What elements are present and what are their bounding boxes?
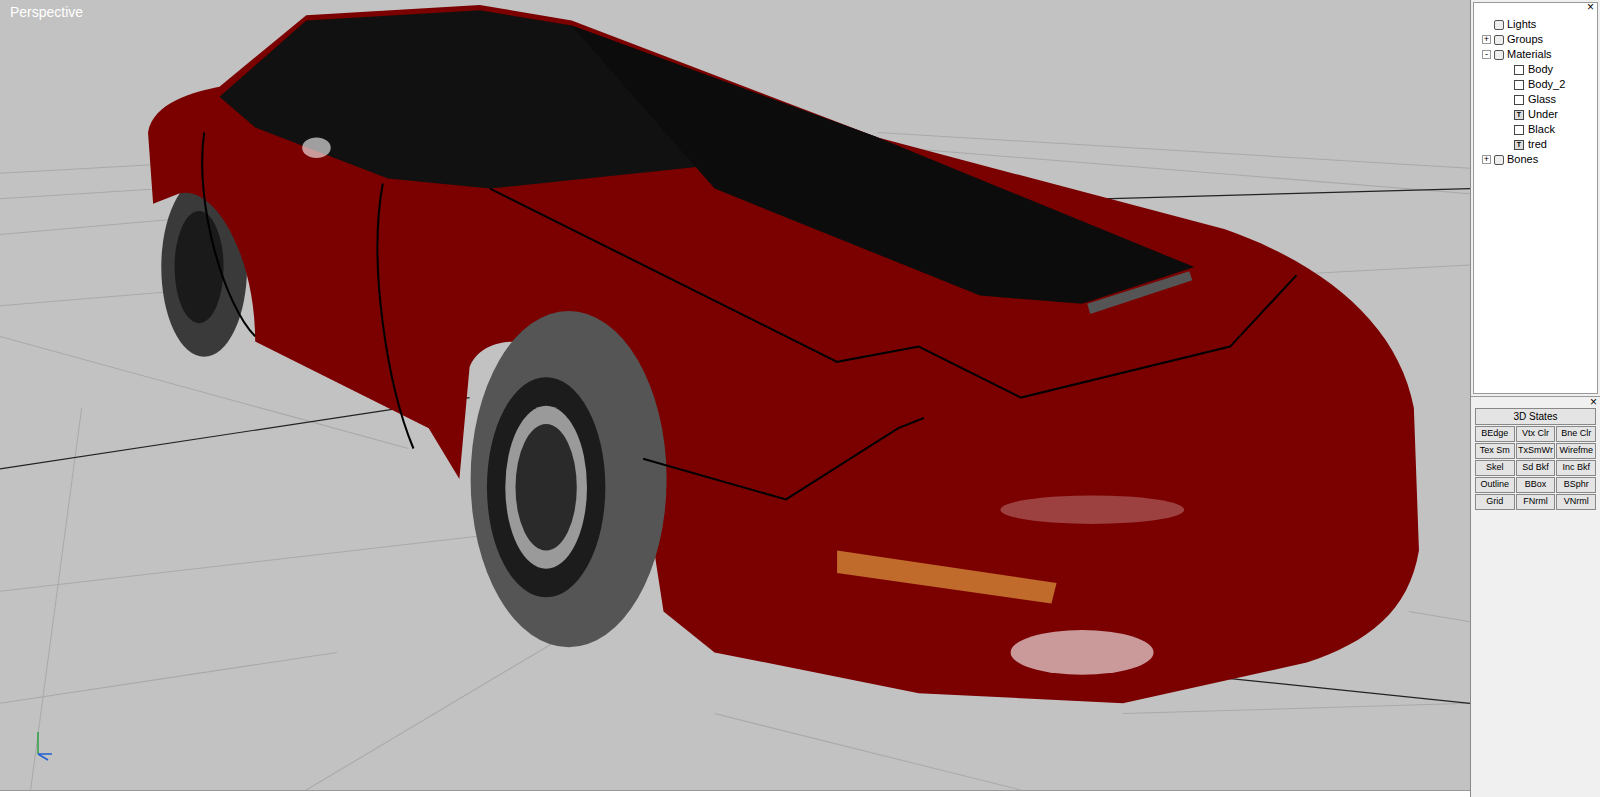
state-button[interactable]: Vtx Clr <box>1516 426 1556 442</box>
tree-group: +Bones <box>1474 152 1597 167</box>
states-title-button[interactable]: 3D States <box>1475 408 1596 425</box>
material-item[interactable]: Body <box>1474 62 1597 77</box>
tree-expander[interactable]: + <box>1482 155 1491 164</box>
tree-group: -MaterialsBodyBody_2GlassTUnderBlackTtre… <box>1474 47 1597 152</box>
state-button[interactable]: BSphr <box>1556 477 1596 493</box>
material-icon <box>1514 65 1524 75</box>
material-item[interactable]: Glass <box>1474 92 1597 107</box>
node-icon <box>1494 35 1504 45</box>
viewport-title: Perspective <box>10 2 83 23</box>
tree-row[interactable]: -Materials <box>1474 47 1597 62</box>
tree-panel: ×Lights+Groups-MaterialsBodyBody_2GlassT… <box>1473 2 1598 394</box>
states-grid: BEdgeVtx ClrBne Clr Tex SmTxSmWrWirefme Sk… <box>1475 426 1596 510</box>
node-icon <box>1494 50 1504 60</box>
tree-expander[interactable]: - <box>1482 50 1491 59</box>
state-button[interactable]: Bne Clr <box>1556 426 1596 442</box>
viewport[interactable]: Perspective <box>0 0 1470 790</box>
state-button[interactable]: Outline <box>1475 477 1515 493</box>
material-icon <box>1514 95 1524 105</box>
material-item[interactable]: TUnder <box>1474 107 1597 122</box>
state-button[interactable]: Wirefme <box>1556 443 1596 459</box>
states-header: × <box>1471 396 1600 406</box>
tree-group: Lights <box>1474 17 1597 32</box>
material-item[interactable]: Black <box>1474 122 1597 137</box>
tree-expander[interactable]: + <box>1482 35 1491 44</box>
app: Perspective×Lights+Groups-MaterialsBodyB… <box>0 0 1600 797</box>
node-icon <box>1494 155 1504 165</box>
state-button[interactable]: Sd Bkf <box>1516 460 1556 476</box>
tree-row[interactable]: +Bones <box>1474 152 1597 167</box>
tree-row[interactable]: +Groups <box>1474 32 1597 47</box>
tree-row[interactable]: Lights <box>1474 17 1597 32</box>
state-button[interactable]: Skel <box>1475 460 1515 476</box>
material-item[interactable]: Body_2 <box>1474 77 1597 92</box>
state-button[interactable]: TxSmWr <box>1516 443 1556 459</box>
material-icon <box>1514 80 1524 90</box>
axis-icon <box>30 728 56 764</box>
state-button[interactable]: Grid <box>1475 494 1515 510</box>
state-button[interactable]: Tex Sm <box>1475 443 1515 459</box>
texture-icon: T <box>1514 110 1524 120</box>
tree-group: +Groups <box>1474 32 1597 47</box>
material-item[interactable]: Ttred <box>1474 137 1597 152</box>
viewport-area: Perspective <box>0 0 1470 797</box>
close-button[interactable]: × <box>1590 397 1597 406</box>
states-panel: 3D StatesBEdgeVtx ClrBne Clr Tex SmTxSmWr… <box>1471 406 1600 510</box>
close-button[interactable]: × <box>1587 1 1594 13</box>
state-button[interactable]: BBox <box>1516 477 1556 493</box>
car-render[interactable] <box>0 0 1470 790</box>
state-button[interactable]: BEdge <box>1475 426 1515 442</box>
state-button[interactable]: Inc Bkf <box>1556 460 1596 476</box>
status-strip <box>0 790 1470 797</box>
node-icon <box>1494 20 1504 30</box>
state-button[interactable]: FNrml <box>1516 494 1556 510</box>
state-button[interactable]: VNrml <box>1556 494 1596 510</box>
side-panel: ×Lights+Groups-MaterialsBodyBody_2GlassT… <box>1470 0 1600 797</box>
material-icon <box>1514 125 1524 135</box>
texture-icon: T <box>1514 140 1524 150</box>
